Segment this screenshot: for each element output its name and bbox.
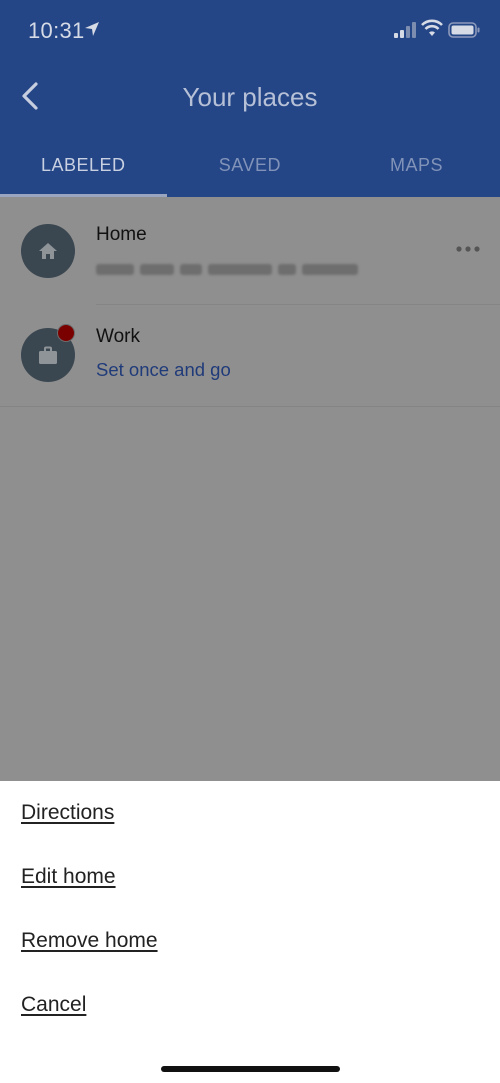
notification-badge <box>57 324 75 342</box>
home-avatar <box>21 224 75 278</box>
tab-label: SAVED <box>218 155 281 175</box>
briefcase-icon <box>39 346 57 364</box>
more-options-icon[interactable] <box>456 245 480 253</box>
home-icon <box>39 243 57 259</box>
tab-saved[interactable]: SAVED <box>167 140 334 197</box>
tab-labeled[interactable]: LABELED <box>0 140 167 197</box>
place-label: Home <box>96 224 147 245</box>
status-time: 10:31 <box>28 18 85 43</box>
tab-bar: LABELED SAVED MAPS <box>0 140 500 197</box>
tab-maps[interactable]: MAPS <box>333 140 500 197</box>
tab-label: MAPS <box>389 155 443 175</box>
directions-button[interactable]: Directions <box>21 801 114 825</box>
cellular-signal-icon <box>394 22 416 38</box>
action-sheet: Directions Edit home Remove home Cancel <box>0 781 500 1083</box>
page-title: Your places <box>182 82 318 112</box>
edit-home-button[interactable]: Edit home <box>21 865 116 889</box>
place-label: Work <box>96 326 140 347</box>
cancel-button[interactable]: Cancel <box>21 993 86 1017</box>
list-item-home[interactable]: Home <box>0 197 500 305</box>
tab-label: LABELED <box>41 155 126 175</box>
battery-icon <box>448 22 480 38</box>
wifi-icon <box>421 19 443 36</box>
list-item-work[interactable]: Work Set once and go <box>0 305 500 407</box>
set-work-link[interactable]: Set once and go <box>96 359 231 381</box>
blurred-address <box>96 257 381 275</box>
remove-home-button[interactable]: Remove home <box>21 929 158 953</box>
places-list: Home Work Set once and go <box>0 197 500 781</box>
status-bar: 10:31 <box>0 0 500 62</box>
app-header: 10:31 Your places LABELED SAVED MAPS <box>0 0 500 197</box>
home-indicator[interactable] <box>161 1066 340 1072</box>
location-arrow-icon <box>85 22 99 36</box>
